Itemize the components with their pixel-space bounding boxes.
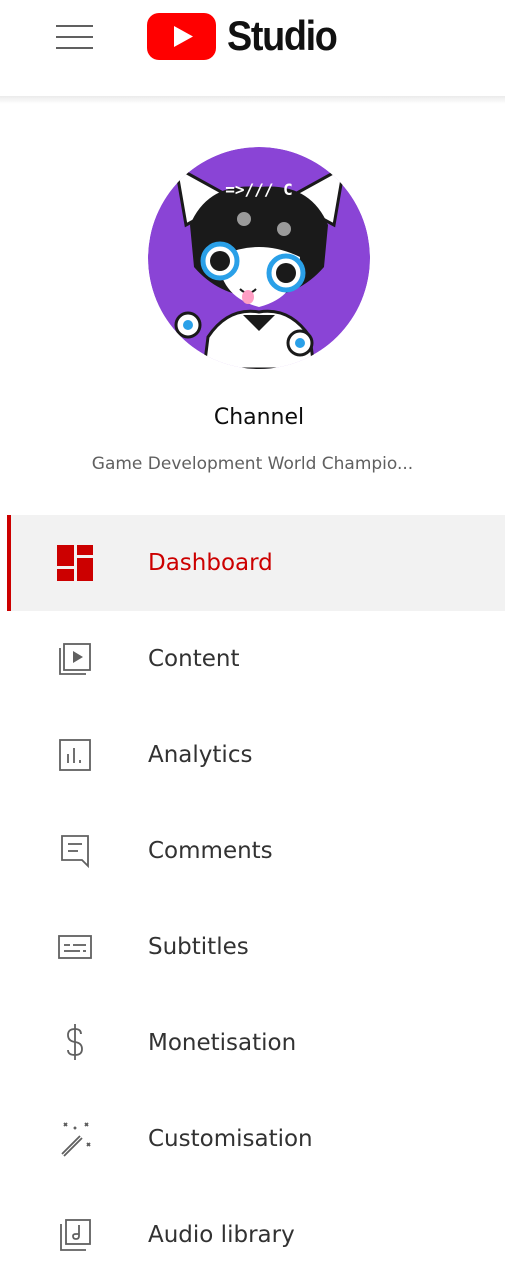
nav-item-content[interactable]: Content	[7, 611, 505, 707]
dashboard-icon	[54, 542, 96, 584]
channel-title: Channel	[213, 405, 305, 430]
header-divider	[0, 96, 505, 104]
nav-item-dashboard[interactable]: Dashboard	[7, 515, 505, 611]
dollar-icon	[54, 1022, 96, 1064]
comments-icon	[54, 830, 96, 872]
nav-label-subtitles: Subtitles	[148, 934, 249, 960]
channel-avatar-image: =>/// C	[148, 147, 370, 369]
nav-item-monetisation[interactable]: Monetisation	[7, 995, 505, 1091]
app-header: Studio	[0, 0, 505, 98]
channel-name: Game Development World Champio...	[91, 454, 414, 474]
nav-item-comments[interactable]: Comments	[7, 803, 505, 899]
nav-label-content: Content	[148, 646, 240, 672]
nav-label-comments: Comments	[148, 838, 273, 864]
nav-label-audio-library: Audio library	[148, 1222, 295, 1248]
nav-label-dashboard: Dashboard	[148, 550, 273, 576]
nav-item-customisation[interactable]: Customisation	[7, 1091, 505, 1187]
subtitles-icon	[54, 926, 96, 968]
content-video-icon	[54, 638, 96, 680]
svg-text:=>/// C: =>/// C	[225, 180, 292, 199]
nav-item-audio-library[interactable]: Audio library	[7, 1187, 505, 1283]
audio-library-icon	[54, 1214, 96, 1256]
nav-item-analytics[interactable]: Analytics	[7, 707, 505, 803]
hamburger-menu-icon[interactable]	[46, 12, 104, 62]
youtube-play-logo-icon	[147, 12, 216, 60]
analytics-icon	[54, 734, 96, 776]
studio-logo[interactable]: Studio	[147, 10, 349, 62]
logo-text: Studio	[227, 12, 338, 59]
magic-wand-icon	[54, 1118, 96, 1160]
nav-label-customisation: Customisation	[148, 1126, 313, 1152]
nav-label-analytics: Analytics	[148, 742, 253, 768]
channel-avatar[interactable]: =>/// C	[148, 147, 370, 369]
nav-item-subtitles[interactable]: Subtitles	[7, 899, 505, 995]
nav-label-monetisation: Monetisation	[148, 1030, 297, 1056]
sidebar-nav: Dashboard Content Analytics Comments Sub…	[7, 515, 505, 1283]
